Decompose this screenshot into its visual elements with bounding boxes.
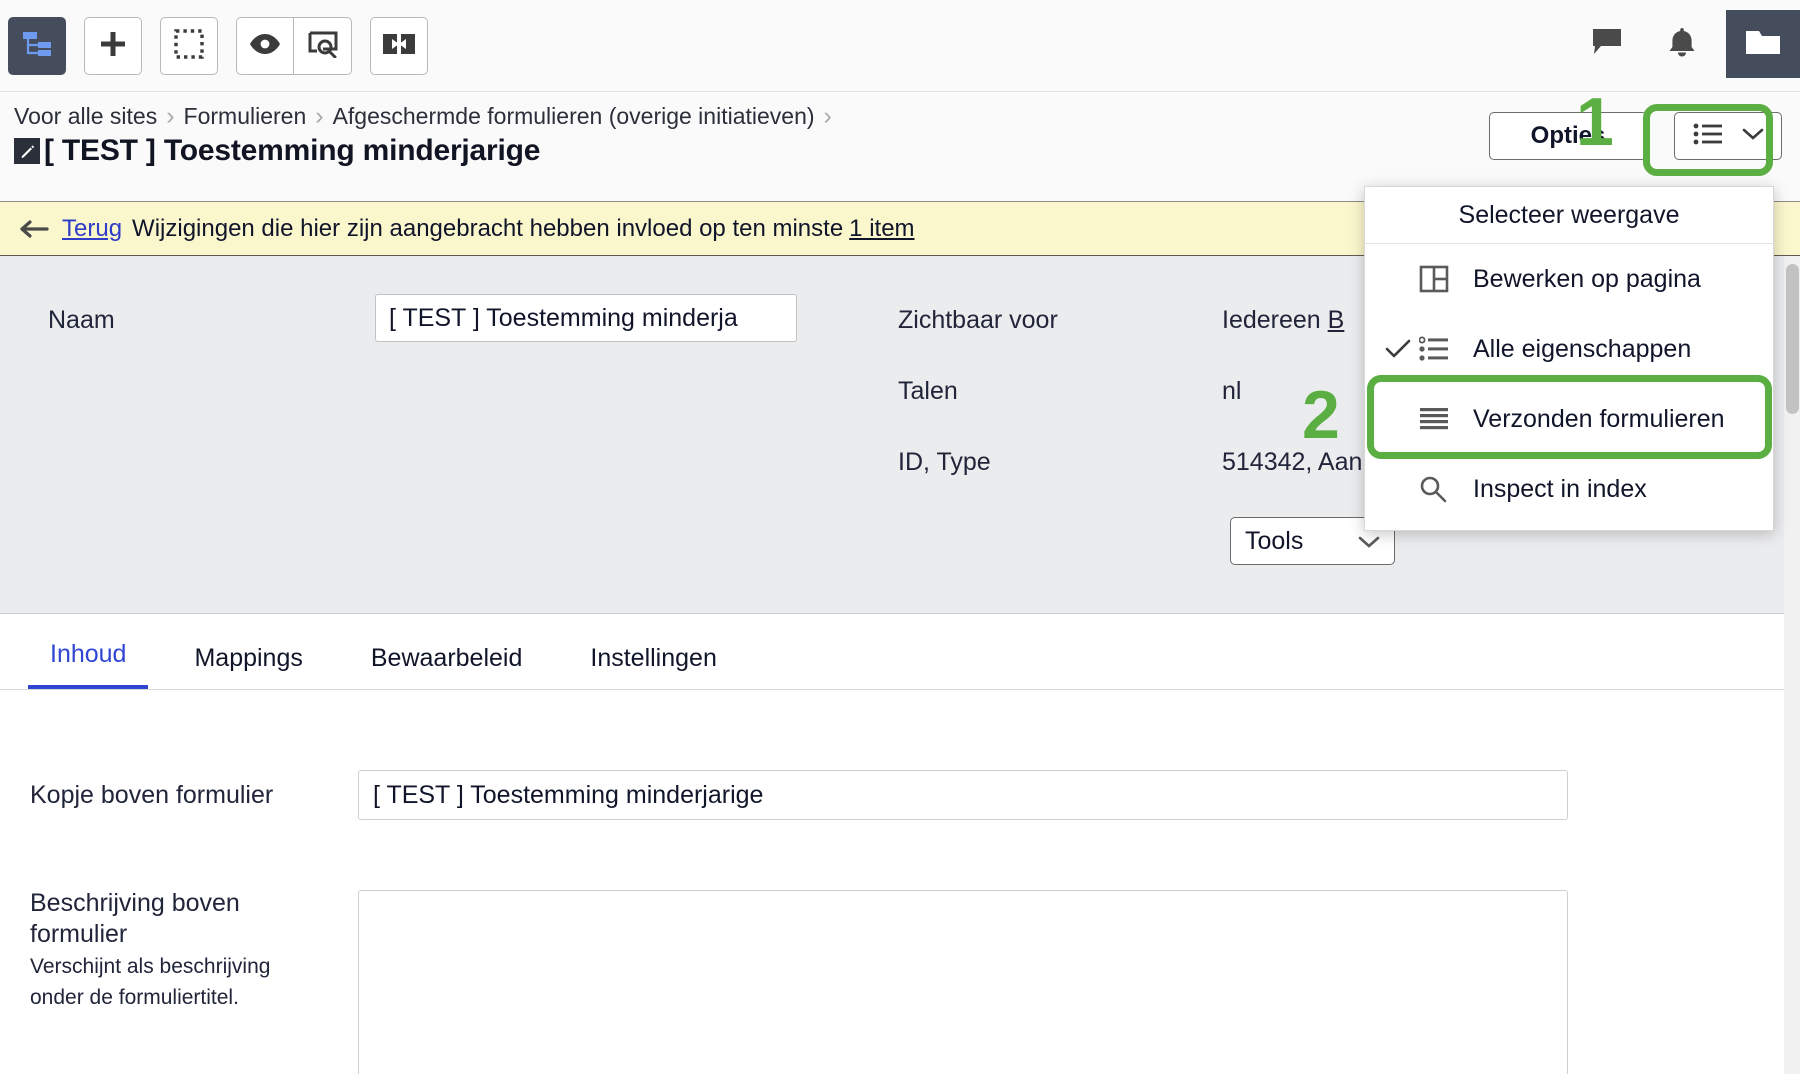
beschrijving-label-line1: Beschrijving boven	[30, 889, 240, 917]
name-label: Naam	[48, 306, 115, 334]
menu-item-label: Verzonden formulieren	[1473, 404, 1725, 433]
annotation-step-2: 2	[1302, 377, 1340, 453]
breadcrumb-item-2[interactable]: Afgeschermde formulieren (overige initia…	[333, 103, 815, 130]
top-toolbar	[0, 0, 1800, 92]
menu-item-label: Bewerken op pagina	[1473, 264, 1701, 293]
menu-item-label: Inspect in index	[1473, 474, 1647, 503]
inspect-screen-button[interactable]	[294, 17, 352, 75]
breadcrumb-separator-icon: ›	[166, 102, 175, 130]
menu-item-bewerken-op-pagina[interactable]: Bewerken op pagina	[1365, 244, 1773, 314]
bell-icon	[1667, 26, 1697, 63]
sitemap-icon	[21, 29, 53, 64]
beschrijving-textarea[interactable]	[358, 890, 1568, 1074]
tab-instellingen[interactable]: Instellingen	[568, 644, 738, 689]
inspect-screen-icon	[307, 30, 339, 63]
annotation-step-1: 1	[1576, 84, 1614, 160]
select-area-icon	[174, 28, 204, 64]
pencil-icon[interactable]	[14, 138, 40, 164]
menu-title: Selecteer weergave	[1365, 187, 1773, 244]
list-view-icon	[1693, 122, 1723, 151]
preview-group	[236, 17, 352, 75]
swap-button[interactable]	[370, 17, 428, 75]
plus-icon	[98, 29, 128, 64]
menu-item-label: Alle eigenschappen	[1473, 334, 1692, 363]
id-type-label: ID, Type	[898, 448, 991, 476]
kopje-label: Kopje boven formulier	[30, 781, 274, 809]
affected-item-link[interactable]: 1 item	[849, 215, 914, 243]
kopje-input[interactable]: [ TEST ] Toestemming minderjarige	[358, 770, 1568, 820]
back-arrow-icon[interactable]	[20, 219, 50, 239]
languages-value: nl	[1222, 377, 1242, 405]
options-button[interactable]: Opties	[1489, 112, 1647, 160]
toolbar-right-group	[1578, 10, 1800, 78]
menu-item-inspect-in-index[interactable]: Inspect in index	[1365, 454, 1773, 524]
comments-button[interactable]	[1578, 14, 1638, 74]
layout-panels-icon	[1419, 264, 1465, 294]
menu-item-alle-eigenschappen[interactable]: Alle eigenschappen	[1365, 314, 1773, 384]
menu-item-verzonden-formulieren[interactable]: Verzonden formulieren	[1365, 384, 1773, 454]
chevron-down-icon	[1742, 127, 1764, 146]
select-area-button[interactable]	[160, 17, 218, 75]
lines-list-icon	[1419, 406, 1465, 432]
comment-icon	[1591, 27, 1625, 62]
visible-for-value-text: Iedereen	[1222, 306, 1321, 334]
beschrijving-hint-line2: onder de formuliertitel.	[30, 986, 239, 1009]
search-icon	[1419, 475, 1465, 503]
tab-mappings[interactable]: Mappings	[172, 644, 324, 689]
app-root: Voor alle sites › Formulieren › Afgesche…	[0, 0, 1800, 1074]
folders-button[interactable]	[1726, 10, 1800, 78]
properties-list-icon	[1419, 336, 1465, 362]
beschrijving-label-block: Beschrijving boven formulier Verschijnt …	[30, 888, 330, 1014]
notice-text: Wijzigingen die hier zijn aangebracht he…	[132, 214, 844, 242]
languages-label: Talen	[898, 377, 958, 405]
folder-icon	[1744, 27, 1782, 62]
visible-for-value: Iedereen B	[1222, 306, 1344, 335]
breadcrumb-separator-icon: ›	[315, 102, 324, 130]
tab-inhoud[interactable]: Inhoud	[28, 640, 149, 689]
page-title: [ TEST ] Toestemming minderjarige	[44, 134, 541, 167]
back-link[interactable]: Terug	[62, 215, 122, 243]
tab-bar: Inhoud Mappings Bewaarbeleid Instellinge…	[0, 614, 1800, 690]
page-title-row: [ TEST ] Toestemming minderjarige	[14, 134, 540, 168]
checkmark-icon	[1385, 339, 1419, 359]
swap-icon	[383, 31, 415, 62]
select-view-menu: Selecteer weergave Bewerken op pagina Al…	[1364, 186, 1774, 531]
beschrijving-hint-line1: Verschijnt als beschrijving	[30, 954, 271, 978]
visible-for-edit-link[interactable]: B	[1328, 306, 1345, 334]
name-input[interactable]: [ TEST ] Toestemming minderja	[375, 294, 797, 342]
tools-button-label: Tools	[1245, 526, 1304, 555]
notifications-button[interactable]	[1652, 14, 1712, 74]
add-button[interactable]	[84, 17, 142, 75]
visible-for-label: Zichtbaar voor	[898, 306, 1058, 334]
breadcrumb-item-1[interactable]: Formulieren	[184, 103, 307, 130]
tab-bewaarbeleid[interactable]: Bewaarbeleid	[349, 644, 545, 689]
breadcrumb-item-0[interactable]: Voor alle sites	[14, 103, 157, 130]
breadcrumb: Voor alle sites › Formulieren › Afgesche…	[14, 102, 841, 131]
select-view-button[interactable]	[1674, 112, 1782, 160]
scrollbar-thumb[interactable]	[1786, 264, 1799, 414]
beschrijving-label-line2: formulier	[30, 920, 128, 949]
id-type-value: 514342, Aan	[1222, 448, 1363, 476]
preview-button[interactable]	[236, 17, 294, 75]
breadcrumb-separator-icon: ›	[823, 102, 832, 130]
eye-icon	[248, 32, 282, 61]
content-form: Kopje boven formulier [ TEST ] Toestemmi…	[0, 690, 1800, 1074]
toolbar-left-group	[8, 17, 446, 75]
sitemap-button[interactable]	[8, 17, 66, 75]
